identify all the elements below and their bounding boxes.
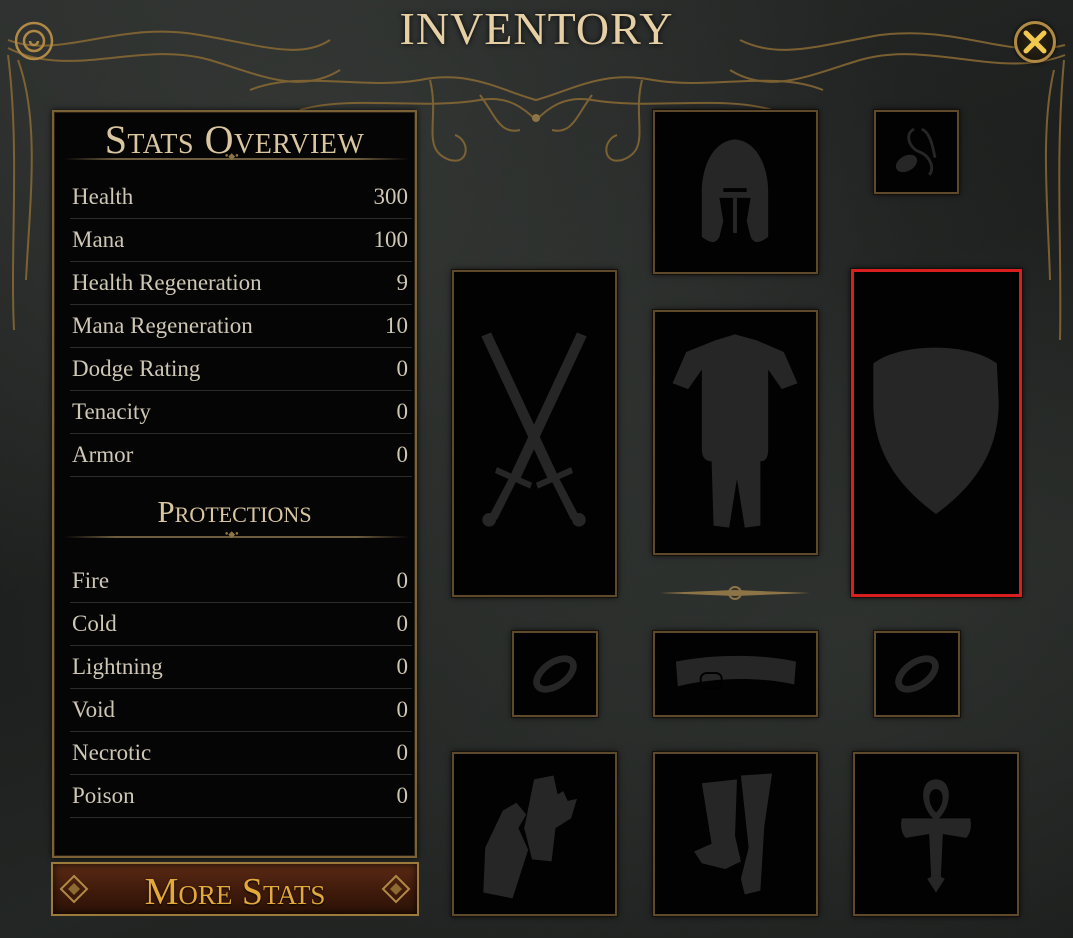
- slot-body-armor[interactable]: [653, 310, 818, 555]
- stat-row-tenacity: Tenacity 0: [70, 391, 412, 434]
- stats-overview-panel: Stats Overview •◆• Health 300 Mana 100 H…: [52, 110, 417, 858]
- stat-row-fire: Fire 0: [70, 560, 412, 603]
- stat-label: Health: [72, 184, 134, 209]
- more-stats-button[interactable]: More Stats: [51, 862, 419, 916]
- stat-label: Mana Regeneration: [72, 313, 253, 338]
- stat-value: 0: [396, 568, 409, 593]
- window-title: INVENTORY: [399, 3, 674, 54]
- stat-value: 0: [396, 442, 409, 467]
- stat-value: 10: [385, 313, 408, 338]
- ring-icon: [533, 655, 577, 693]
- stat-row-mana-regeneration: Mana Regeneration 10: [70, 305, 412, 348]
- ornament-icon: •◆•: [224, 530, 240, 540]
- stat-row-mana: Mana 100: [70, 219, 412, 262]
- close-button[interactable]: [1014, 21, 1056, 63]
- ring-icon: [895, 655, 939, 693]
- slot-right-ring[interactable]: [874, 631, 960, 717]
- slot-weapon[interactable]: [452, 270, 617, 597]
- stat-value: 0: [396, 740, 409, 765]
- shield-icon: [873, 347, 999, 515]
- stat-label: Poison: [72, 783, 135, 808]
- close-x-icon: [1023, 30, 1047, 54]
- stat-row-health-regeneration: Health Regeneration 9: [70, 262, 412, 305]
- gloves-icon: [483, 775, 577, 899]
- ankh-relic-icon: [901, 779, 971, 893]
- stat-value: 9: [396, 270, 409, 295]
- stat-row-poison: Poison 0: [70, 775, 412, 818]
- stat-value: 300: [373, 184, 409, 209]
- slot-relic[interactable]: [853, 752, 1019, 916]
- stat-label: Cold: [72, 611, 117, 636]
- slot-belt[interactable]: [653, 631, 818, 717]
- ornament-right-icon: [381, 874, 411, 904]
- stat-row-health: Health 300: [70, 176, 412, 219]
- crossed-swords-icon: [481, 332, 587, 527]
- boots-icon: [694, 773, 773, 895]
- slot-amulet[interactable]: [874, 110, 959, 194]
- ornament-icon: •◆•: [224, 152, 240, 162]
- protections-title: Protections: [157, 494, 312, 529]
- stat-label: Necrotic: [72, 740, 152, 765]
- stat-value: 0: [396, 697, 409, 722]
- stat-label: Tenacity: [72, 399, 151, 424]
- body-armor-icon: [672, 334, 798, 528]
- slot-offhand[interactable]: [851, 269, 1022, 597]
- stat-row-lightning: Lightning 0: [70, 646, 412, 689]
- stat-row-dodge-rating: Dodge Rating 0: [70, 348, 412, 391]
- stat-label: Mana: [72, 227, 125, 252]
- stat-value: 0: [396, 356, 409, 381]
- slot-gloves[interactable]: [452, 752, 617, 916]
- more-stats-label: More Stats: [144, 871, 326, 913]
- stat-label: Health Regeneration: [72, 270, 262, 295]
- stat-value: 0: [396, 654, 409, 679]
- slot-left-ring[interactable]: [512, 631, 598, 717]
- stat-value: 0: [396, 399, 409, 424]
- stat-value: 0: [396, 783, 409, 808]
- stat-label: Lightning: [72, 654, 163, 679]
- stat-label: Void: [72, 697, 116, 722]
- stat-row-armor: Armor 0: [70, 434, 412, 477]
- stat-row-necrotic: Necrotic 0: [70, 732, 412, 775]
- stat-label: Fire: [72, 568, 110, 593]
- amulet-icon: [895, 127, 937, 176]
- slot-boots[interactable]: [653, 752, 818, 916]
- stat-label: Dodge Rating: [72, 356, 201, 381]
- stat-row-void: Void 0: [70, 689, 412, 732]
- belt-icon: [675, 655, 797, 690]
- stat-value: 0: [396, 611, 409, 636]
- stat-label: Armor: [72, 442, 134, 467]
- helmet-icon: [701, 139, 769, 243]
- stat-row-cold: Cold 0: [70, 603, 412, 646]
- inventory-window: INVENTORY Stats Overview •◆• Health 300 …: [0, 0, 1073, 938]
- stat-value: 100: [373, 227, 409, 252]
- slot-helmet[interactable]: [653, 110, 818, 274]
